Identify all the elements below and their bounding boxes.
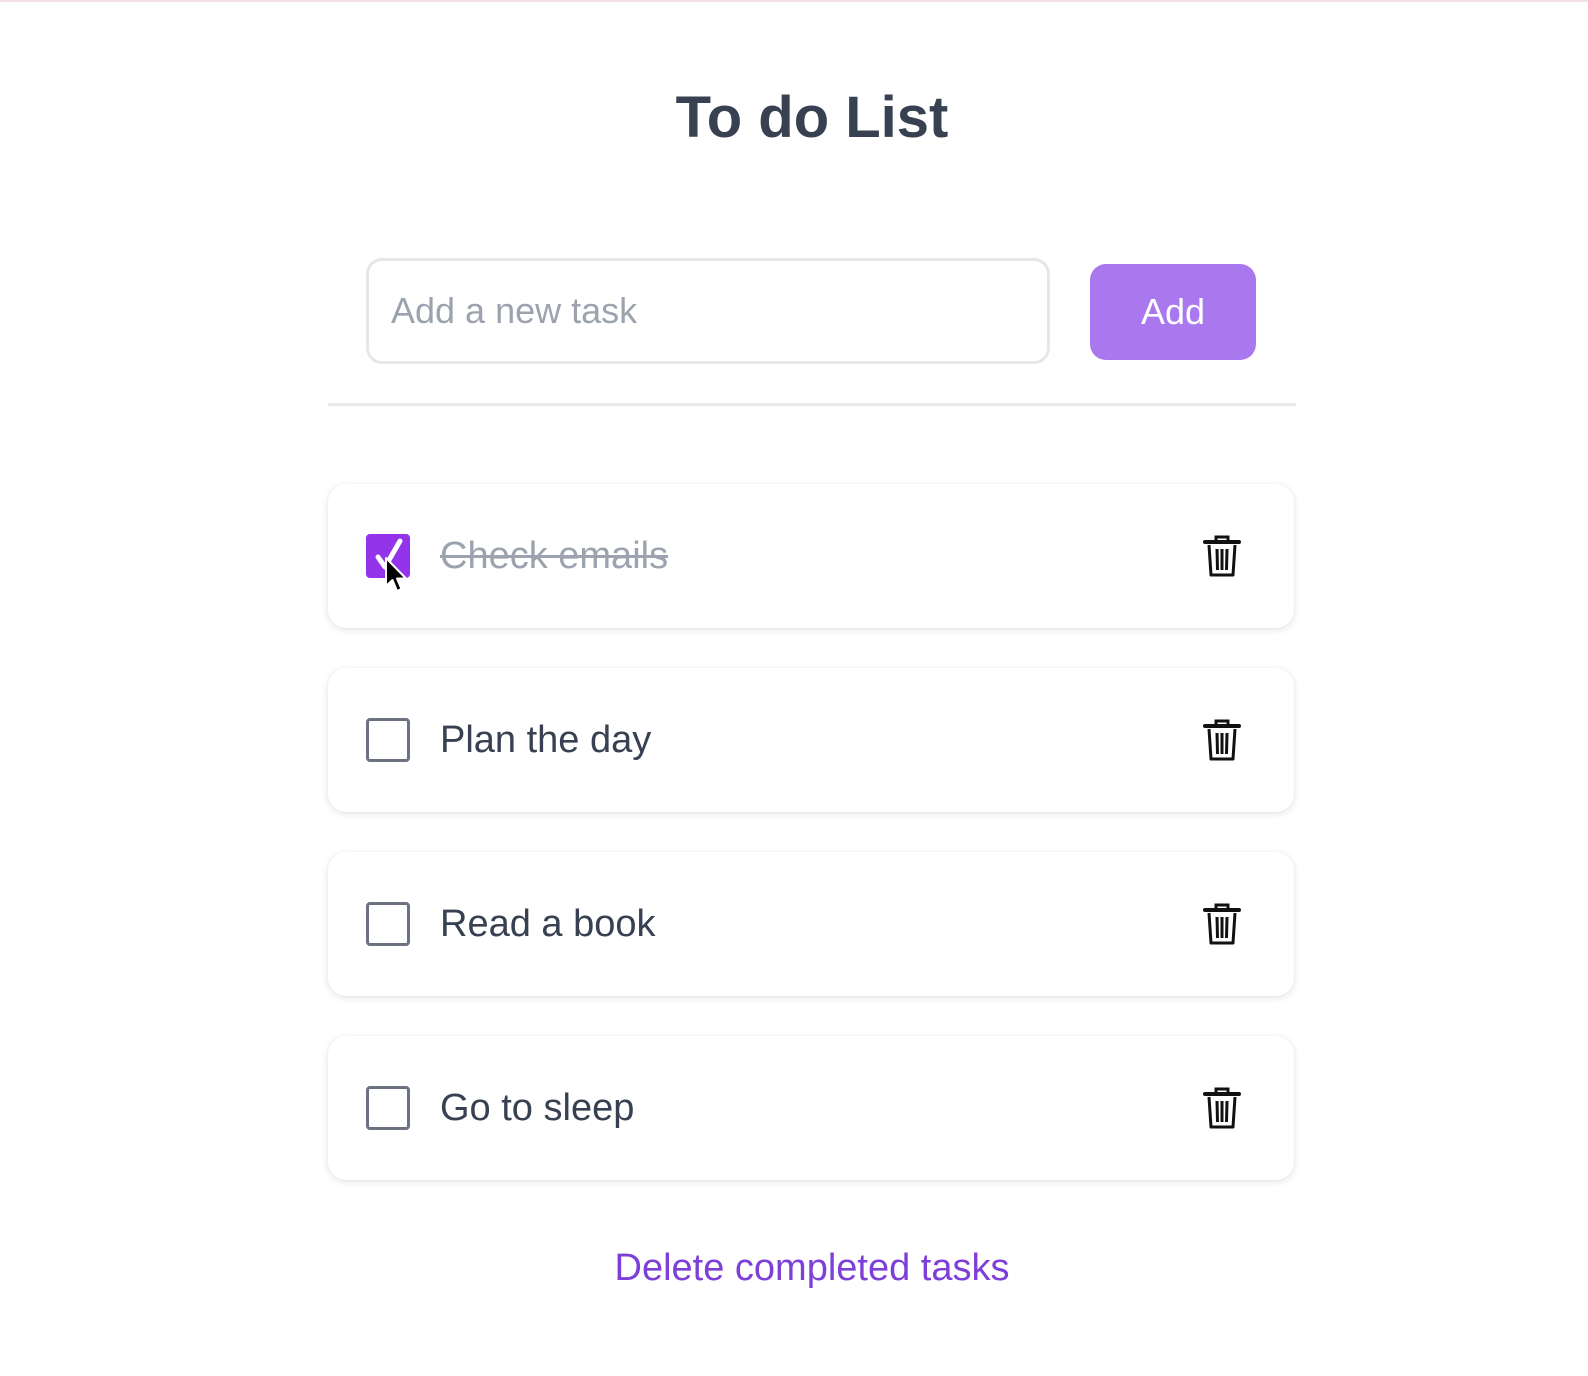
task-item: Plan the day: [328, 668, 1294, 812]
task-checkbox[interactable]: [366, 902, 410, 946]
task-item: Read a book: [328, 852, 1294, 996]
task-item: Check emails: [328, 484, 1294, 628]
trash-icon: [1203, 1087, 1241, 1129]
new-task-input[interactable]: [366, 258, 1050, 364]
page-title: To do List: [675, 85, 949, 150]
task-checkbox[interactable]: [366, 718, 410, 762]
task-checkbox[interactable]: [366, 534, 410, 578]
task-label: Read a book: [440, 903, 656, 945]
task-label: Check emails: [440, 535, 669, 577]
delete-task-button[interactable]: [1198, 1084, 1246, 1132]
delete-task-button[interactable]: [1198, 900, 1246, 948]
trash-icon: [1203, 535, 1241, 577]
task-label: Plan the day: [440, 719, 652, 761]
checkmark-icon: [375, 538, 403, 570]
delete-completed-link[interactable]: Delete completed tasks: [328, 1244, 1296, 1292]
delete-task-button[interactable]: [1198, 532, 1246, 580]
add-task-button[interactable]: Add: [1090, 264, 1256, 360]
top-border: [0, 0, 1588, 2]
new-task-form: Add: [366, 258, 1256, 366]
trash-icon: [1203, 903, 1241, 945]
delete-task-button[interactable]: [1198, 716, 1246, 764]
task-item: Go to sleep: [328, 1036, 1294, 1180]
divider: [328, 403, 1296, 406]
task-label: Go to sleep: [440, 1087, 635, 1129]
task-checkbox[interactable]: [366, 1086, 410, 1130]
trash-icon: [1203, 719, 1241, 761]
task-list: Check emails Plan the day Read a book Go…: [328, 484, 1296, 1220]
